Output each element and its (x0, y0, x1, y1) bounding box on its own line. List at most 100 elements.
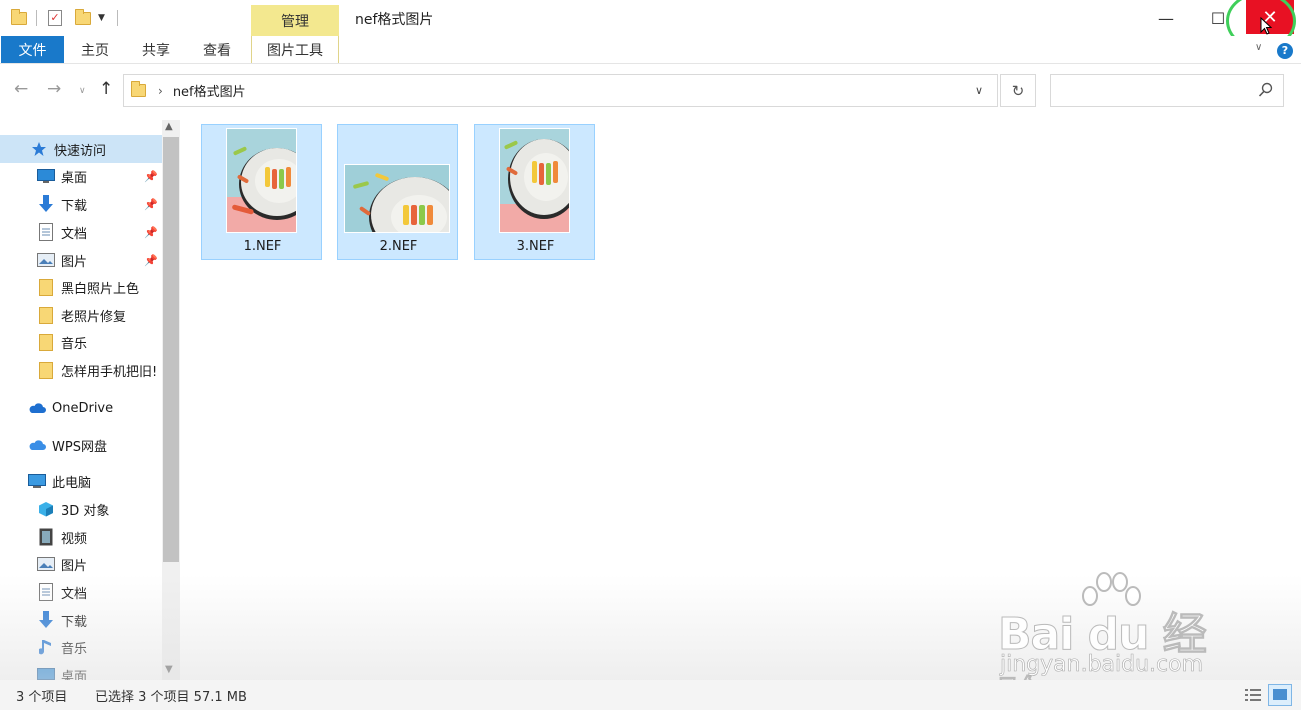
cloud-icon (28, 399, 46, 417)
sidebar-item-desktop[interactable]: 桌面 (0, 661, 162, 680)
maximize-button[interactable]: ☐ (1195, 0, 1241, 36)
download-icon (37, 195, 55, 213)
file-name[interactable]: 1.NEF (202, 239, 323, 254)
sidebar-item-label: 下载 (61, 198, 88, 214)
tab-share[interactable]: 共享 (128, 36, 184, 63)
minimize-button[interactable]: — (1143, 0, 1189, 36)
sidebar-item-downloads[interactable]: 下载 📌 (0, 190, 162, 218)
new-folder-icon[interactable] (75, 8, 91, 28)
sidebar-item-3d-objects[interactable]: 3D 对象 (0, 495, 162, 523)
sidebar-item-downloads[interactable]: 下载 (0, 606, 162, 634)
tab-manage[interactable]: 管理 (251, 5, 339, 36)
file-item[interactable]: 1.NEF (201, 124, 322, 260)
image-thumbnail (344, 164, 450, 233)
tab-view[interactable]: 查看 (188, 36, 246, 63)
address-row: ← → ∨ ↑ › nef格式图片 ∨ ↻ (0, 64, 1301, 120)
sidebar-item-label: 桌面 (61, 170, 88, 186)
file-name[interactable]: 2.NEF (338, 239, 459, 254)
bottom-fade-overlay (0, 575, 1301, 680)
expand-ribbon-icon[interactable]: ∨ (1255, 42, 1262, 53)
sidebar-item-onedrive[interactable]: OneDrive (0, 394, 162, 422)
forward-arrow-icon[interactable]: → (47, 79, 61, 99)
breadcrumb-current[interactable]: nef格式图片 (173, 81, 246, 100)
title-bar: ✓ ▼ 管理 nef格式图片 — ☐ ✕ (0, 0, 1301, 50)
breadcrumb-chevron-icon[interactable]: › (158, 84, 163, 98)
sidebar-item-folder[interactable]: 老照片修复 (0, 301, 162, 329)
tab-file[interactable]: 文件 (1, 36, 64, 63)
address-bar[interactable]: › nef格式图片 (123, 74, 998, 107)
sidebar-item-label: 视频 (61, 531, 88, 547)
properties-icon[interactable]: ✓ (48, 8, 62, 28)
sidebar-item-folder[interactable]: 怎样用手机把旧! (0, 356, 162, 384)
large-icons-view-icon[interactable] (1268, 684, 1292, 706)
sidebar-item-folder[interactable]: 黑白照片上色 (0, 273, 162, 301)
pin-icon[interactable]: 📌 (144, 226, 158, 239)
recent-locations-icon[interactable]: ∨ (79, 86, 86, 96)
status-bar: 3 个项目 已选择 3 个项目 57.1 MB (0, 680, 1301, 710)
tab-picture-tools[interactable]: 图片工具 (251, 36, 339, 63)
sidebar-item-label: 黑白照片上色 (61, 281, 140, 297)
pictures-icon (37, 555, 55, 573)
computer-icon (28, 472, 46, 490)
3d-objects-icon (37, 500, 55, 518)
scroll-down-icon[interactable]: ▼ (165, 664, 173, 675)
sidebar-item-music[interactable]: 音乐 (0, 633, 162, 661)
sidebar-item-pictures[interactable]: 图片 📌 (0, 246, 162, 274)
sidebar-item-label: 文档 (61, 586, 88, 602)
music-icon (37, 638, 55, 656)
sidebar-item-label: 音乐 (61, 641, 88, 657)
document-icon (37, 583, 55, 601)
watermark-url: jingyan.baidu.com (1000, 652, 1204, 678)
details-view-icon[interactable] (1244, 687, 1262, 703)
divider (117, 10, 118, 26)
sidebar-item-desktop[interactable]: 桌面 📌 (0, 162, 162, 190)
cloud-icon (28, 436, 46, 454)
video-icon (37, 528, 55, 546)
sidebar-item-label: 快速访问 (54, 143, 107, 159)
pin-icon[interactable]: 📌 (144, 198, 158, 211)
pin-icon[interactable]: 📌 (144, 170, 158, 183)
watermark: Bai du 经验 jingyan.baidu.com (998, 570, 1238, 710)
sidebar-item-videos[interactable]: 视频 (0, 523, 162, 551)
file-item[interactable]: 3.NEF (474, 124, 595, 260)
sidebar-item-label: WPS网盘 (52, 439, 107, 455)
document-icon (37, 223, 55, 241)
desktop-icon (37, 666, 55, 680)
file-item[interactable]: 2.NEF (337, 124, 458, 260)
ribbon: 文件 主页 共享 查看 图片工具 ∨ ? (0, 36, 1301, 64)
sidebar-item-label: OneDrive (52, 400, 114, 416)
sidebar-item-folder[interactable]: 音乐 (0, 328, 162, 356)
divider (36, 10, 37, 26)
file-name[interactable]: 3.NEF (475, 239, 596, 254)
sidebar-item-label: 桌面 (61, 669, 88, 681)
image-thumbnail (499, 128, 570, 233)
sidebar-item-documents[interactable]: 文档 (0, 578, 162, 606)
search-input[interactable] (1050, 74, 1284, 107)
pin-icon[interactable]: 📌 (144, 254, 158, 267)
star-icon (30, 140, 48, 158)
folder-icon (131, 81, 146, 97)
sidebar-item-label: 图片 (61, 254, 88, 270)
sidebar-item-quick-access[interactable]: 快速访问 (0, 135, 162, 163)
scrollbar-thumb[interactable] (163, 137, 179, 562)
folder-icon (37, 278, 55, 296)
help-icon[interactable]: ? (1277, 43, 1293, 59)
sidebar-item-wps-cloud[interactable]: WPS网盘 (0, 431, 162, 459)
sidebar-item-this-pc[interactable]: 此电脑 (0, 467, 162, 495)
navigation-pane: 快速访问 桌面 📌 下载 📌 文档 📌 图片 📌 黑白照片上色 老照片修复 音乐… (0, 120, 162, 680)
folder-icon (11, 8, 27, 28)
sidebar-item-label: 音乐 (61, 336, 88, 352)
sidebar-item-documents[interactable]: 文档 📌 (0, 218, 162, 246)
folder-icon (37, 306, 55, 324)
back-arrow-icon[interactable]: ← (14, 79, 28, 99)
sidebar-item-pictures[interactable]: 图片 (0, 550, 162, 578)
customize-toolbar-icon[interactable]: ▼ (98, 8, 105, 28)
folder-icon (37, 361, 55, 379)
tab-home[interactable]: 主页 (66, 36, 124, 63)
scroll-up-icon[interactable]: ▲ (165, 121, 173, 132)
window-title: nef格式图片 (355, 12, 434, 28)
address-dropdown-icon[interactable]: ∨ (975, 84, 983, 97)
refresh-button[interactable]: ↻ (1000, 74, 1036, 107)
pictures-icon (37, 251, 55, 269)
up-arrow-icon[interactable]: ↑ (99, 79, 113, 99)
